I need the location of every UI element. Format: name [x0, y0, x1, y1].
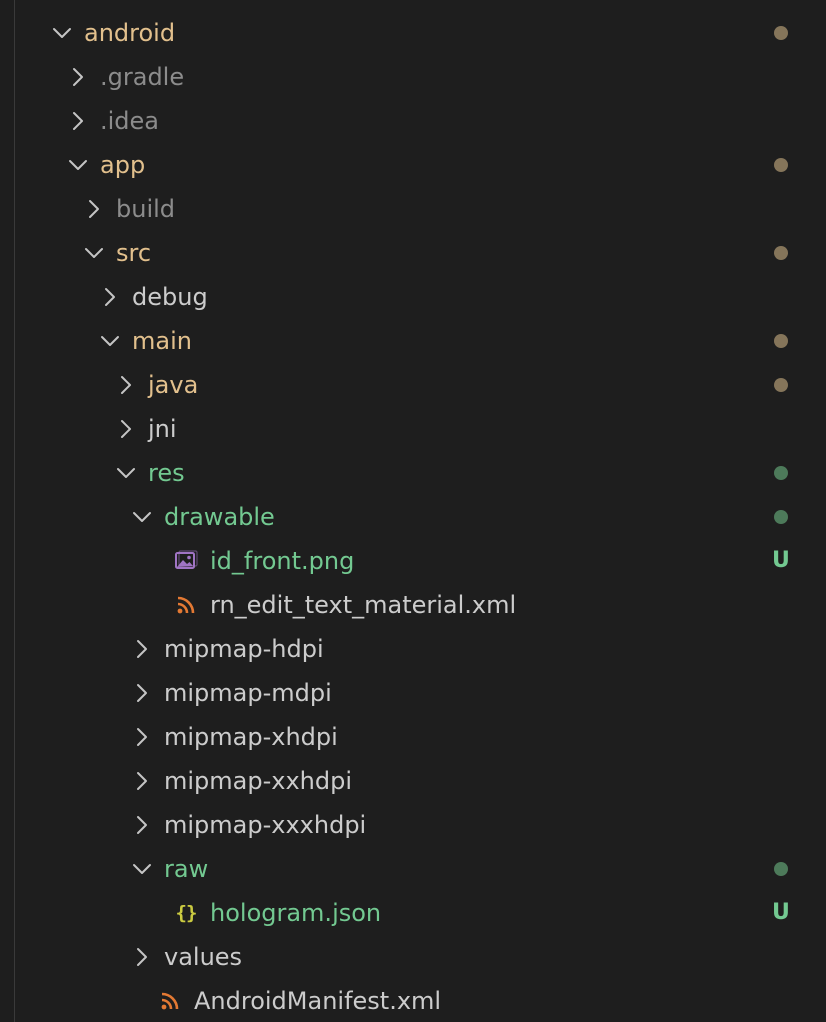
chevron-right-icon[interactable]: [66, 55, 90, 99]
folder-row-jni[interactable]: jni: [0, 407, 826, 451]
folder-row-main[interactable]: main: [0, 319, 826, 363]
git-status-badge: U: [772, 548, 790, 573]
rss-xml-file-icon: [158, 979, 182, 1022]
folder-label: mipmap-hdpi: [164, 635, 324, 663]
json-file-icon: {}: [175, 902, 198, 924]
folder-row-src[interactable]: src: [0, 231, 826, 275]
folder-row-res[interactable]: res: [0, 451, 826, 495]
chevron-right-icon[interactable]: [66, 99, 90, 143]
folder-row-mipmap-xxxhdpi[interactable]: mipmap-xxxhdpi: [0, 803, 826, 847]
untracked-dot-indicator: [774, 466, 788, 480]
folder-row-android[interactable]: android: [0, 11, 826, 55]
chevron-right-icon[interactable]: [130, 759, 154, 803]
rss-xml-file-icon: [174, 583, 198, 627]
folder-label: debug: [132, 283, 208, 311]
modified-dot-indicator: [774, 246, 788, 260]
folder-row-debug[interactable]: debug: [0, 275, 826, 319]
file-label: AndroidManifest.xml: [194, 987, 442, 1015]
modified-dot-indicator: [774, 334, 788, 348]
folder-label: src: [116, 239, 152, 267]
folder-label: values: [164, 943, 243, 971]
folder-row-mipmap-hdpi[interactable]: mipmap-hdpi: [0, 627, 826, 671]
folder-row-idea[interactable]: .idea: [0, 99, 826, 143]
modified-dot-indicator: [774, 158, 788, 172]
folder-label: android: [84, 19, 176, 47]
chevron-right-icon[interactable]: [82, 187, 106, 231]
file-label: id_front.png: [210, 547, 355, 575]
folder-label: mipmap-xhdpi: [164, 723, 338, 751]
chevron-down-icon[interactable]: [114, 451, 138, 495]
chevron-right-icon[interactable]: [114, 407, 138, 451]
chevron-right-icon[interactable]: [130, 671, 154, 715]
folder-row-mipmap-xhdpi[interactable]: mipmap-xhdpi: [0, 715, 826, 759]
folder-row-mipmap-xxhdpi[interactable]: mipmap-xxhdpi: [0, 759, 826, 803]
chevron-down-icon[interactable]: [50, 11, 74, 55]
folder-label: main: [132, 327, 192, 355]
image-file-icon: [174, 539, 198, 583]
chevron-down-icon[interactable]: [98, 319, 122, 363]
chevron-right-icon[interactable]: [130, 715, 154, 759]
chevron-down-icon[interactable]: [130, 495, 154, 539]
folder-label: raw: [164, 855, 209, 883]
folder-row-raw[interactable]: raw: [0, 847, 826, 891]
folder-row-build[interactable]: build: [0, 187, 826, 231]
folder-row-gradle[interactable]: .gradle: [0, 55, 826, 99]
file-label: hologram.json: [210, 899, 382, 927]
chevron-right-icon[interactable]: [114, 363, 138, 407]
folder-label: app: [100, 151, 146, 179]
folder-row-java[interactable]: java: [0, 363, 826, 407]
folder-row-app[interactable]: app: [0, 143, 826, 187]
folder-label: .idea: [100, 107, 160, 135]
untracked-dot-indicator: [774, 510, 788, 524]
folder-label: .gradle: [100, 63, 185, 91]
file-row-hologram-json[interactable]: {} hologram.json U: [0, 891, 826, 935]
folder-label: mipmap-mdpi: [164, 679, 332, 707]
folder-label: java: [148, 371, 199, 399]
modified-dot-indicator: [774, 26, 788, 40]
file-label: rn_edit_text_material.xml: [210, 591, 517, 619]
file-row-androidmanifest-xml[interactable]: AndroidManifest.xml: [0, 979, 826, 1022]
folder-label: mipmap-xxhdpi: [164, 767, 353, 795]
chevron-down-icon[interactable]: [82, 231, 106, 275]
folder-row-values[interactable]: values: [0, 935, 826, 979]
folder-row-mipmap-mdpi[interactable]: mipmap-mdpi: [0, 671, 826, 715]
folder-label: jni: [148, 415, 177, 443]
folder-label: drawable: [164, 503, 275, 531]
folder-row-drawable[interactable]: drawable: [0, 495, 826, 539]
chevron-right-icon[interactable]: [130, 935, 154, 979]
file-explorer-tree: android .gradle .idea app build src debug main j…: [0, 0, 826, 1022]
folder-label: build: [116, 195, 176, 223]
file-row-rn-edit-text-material-xml[interactable]: rn_edit_text_material.xml: [0, 583, 826, 627]
chevron-right-icon[interactable]: [98, 275, 122, 319]
file-row-id-front-png[interactable]: id_front.png U: [0, 539, 826, 583]
chevron-right-icon[interactable]: [130, 803, 154, 847]
untracked-dot-indicator: [774, 862, 788, 876]
modified-dot-indicator: [774, 378, 788, 392]
folder-label: mipmap-xxxhdpi: [164, 811, 367, 839]
chevron-right-icon[interactable]: [130, 627, 154, 671]
folder-label: res: [148, 459, 185, 487]
chevron-down-icon[interactable]: [66, 143, 90, 187]
git-status-badge: U: [772, 900, 790, 925]
chevron-down-icon[interactable]: [130, 847, 154, 891]
